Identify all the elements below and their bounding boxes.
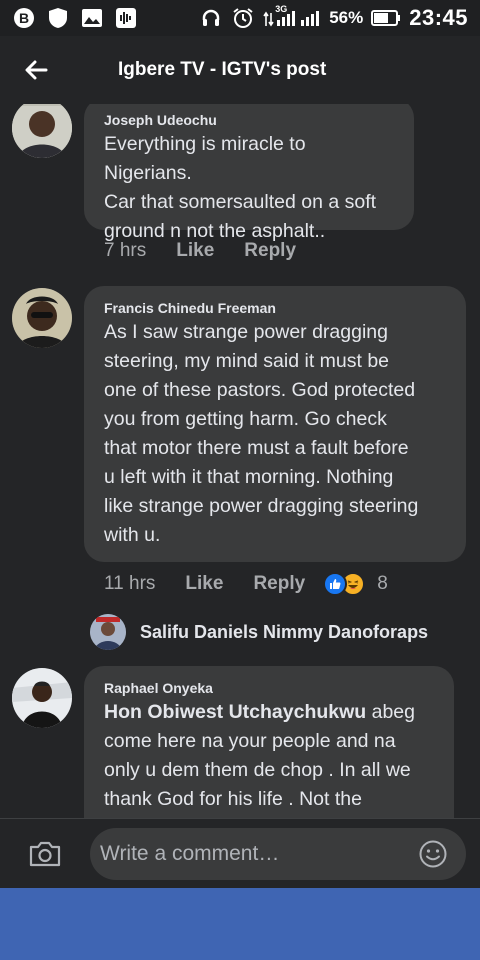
headphones-icon bbox=[199, 6, 223, 30]
system-navigation-bar bbox=[0, 888, 480, 960]
camera-button[interactable] bbox=[0, 819, 90, 889]
like-button[interactable]: Like bbox=[176, 240, 214, 262]
comment-line: come here na your people and na bbox=[104, 730, 396, 752]
battery-percent: 56% bbox=[329, 8, 364, 27]
comment-actions: 11 hrs Like Reply 8 bbox=[104, 572, 388, 596]
mention-link[interactable]: Hon Obiwest Utchaychukwu bbox=[104, 701, 366, 723]
comment-line: Hon Obiwest Utchaychukwu abeg bbox=[104, 698, 438, 727]
comment-line: Everything is miracle to Nigerians. bbox=[104, 133, 306, 184]
comment-timestamp: 7 hrs bbox=[104, 240, 147, 261]
back-arrow-icon bbox=[25, 60, 48, 80]
avatar bbox=[90, 614, 126, 650]
network-type: 3G bbox=[275, 4, 288, 14]
reply-author: Salifu Daniels Nimmy Danoforaps bbox=[140, 621, 429, 642]
comment-placeholder: Write a comment… bbox=[100, 841, 280, 865]
like-button[interactable]: Like bbox=[185, 573, 223, 595]
gallery-icon bbox=[80, 6, 104, 30]
comment-line: one of these pastors. God protected bbox=[104, 379, 416, 401]
reaction-summary[interactable]: 8 bbox=[323, 572, 388, 596]
comment-line: like strange power dragging steering bbox=[104, 495, 419, 517]
comment-line: Car that somersaulted on a soft bbox=[104, 191, 377, 213]
comment-actions: 7 hrs Like Reply bbox=[104, 240, 296, 262]
battery-icon bbox=[371, 6, 401, 30]
comment-bubble: Joseph Udeochu Everything is miracle to … bbox=[84, 104, 414, 242]
reply-button[interactable]: Reply bbox=[253, 573, 305, 595]
avatar[interactable] bbox=[12, 668, 72, 728]
shield-icon bbox=[46, 6, 70, 30]
comment-line: that motor there must a fault before bbox=[104, 437, 409, 459]
alarm-icon bbox=[231, 6, 255, 30]
reply-button[interactable]: Reply bbox=[244, 240, 296, 262]
page-title: Igbere TV - IGTV's post bbox=[118, 59, 327, 80]
comment-bubble: Raphael Onyeka Hon Obiwest Utchaychukwu … bbox=[84, 666, 454, 818]
comment-line: with u. bbox=[104, 524, 161, 546]
avatar[interactable] bbox=[12, 288, 72, 348]
back-button[interactable] bbox=[0, 36, 72, 104]
audio-wave-icon bbox=[114, 6, 138, 30]
comment-author[interactable]: Francis Chinedu Freeman bbox=[104, 298, 450, 318]
comment-author[interactable]: Joseph Udeochu bbox=[104, 110, 398, 130]
comment-timestamp: 11 hrs bbox=[104, 573, 156, 594]
signal-3g-icon: 3G bbox=[263, 4, 321, 30]
comment-line: steering, my mind said it must be bbox=[104, 350, 390, 372]
comment-input[interactable]: Write a comment… bbox=[90, 827, 466, 880]
comment-line: you from getting harm. Go check bbox=[104, 408, 387, 430]
comment-bubble: Francis Chinedu Freeman As I saw strange… bbox=[84, 286, 466, 562]
like-reaction-icon bbox=[323, 572, 348, 596]
comment-line: As I saw strange power dragging bbox=[104, 321, 388, 343]
svg-text:B: B bbox=[19, 10, 29, 26]
status-bar: B 3G 56% 23:45 bbox=[0, 0, 480, 36]
comment-composer: Write a comment… bbox=[0, 818, 480, 888]
comment-feed[interactable]: Joseph Udeochu Everything is miracle to … bbox=[0, 104, 480, 818]
comment-text: abeg bbox=[366, 701, 416, 723]
camera-icon bbox=[29, 841, 61, 866]
comment-line: only u dem them de chop . In all we bbox=[104, 759, 411, 781]
app-header: Igbere TV - IGTV's post bbox=[0, 36, 480, 104]
clock: 23:45 bbox=[409, 5, 468, 30]
reaction-count: 8 bbox=[377, 573, 388, 594]
comment-line: u left with it that morning. Nothing bbox=[104, 466, 394, 488]
reply-preview[interactable]: Salifu Daniels Nimmy Danoforaps bbox=[90, 614, 428, 650]
avatar[interactable] bbox=[12, 104, 72, 158]
comment-line: thank God for his life . Not the bbox=[104, 788, 362, 810]
comment-author[interactable]: Raphael Onyeka bbox=[104, 678, 438, 698]
emoji-icon[interactable] bbox=[418, 839, 448, 869]
b-app-icon: B bbox=[12, 6, 36, 30]
